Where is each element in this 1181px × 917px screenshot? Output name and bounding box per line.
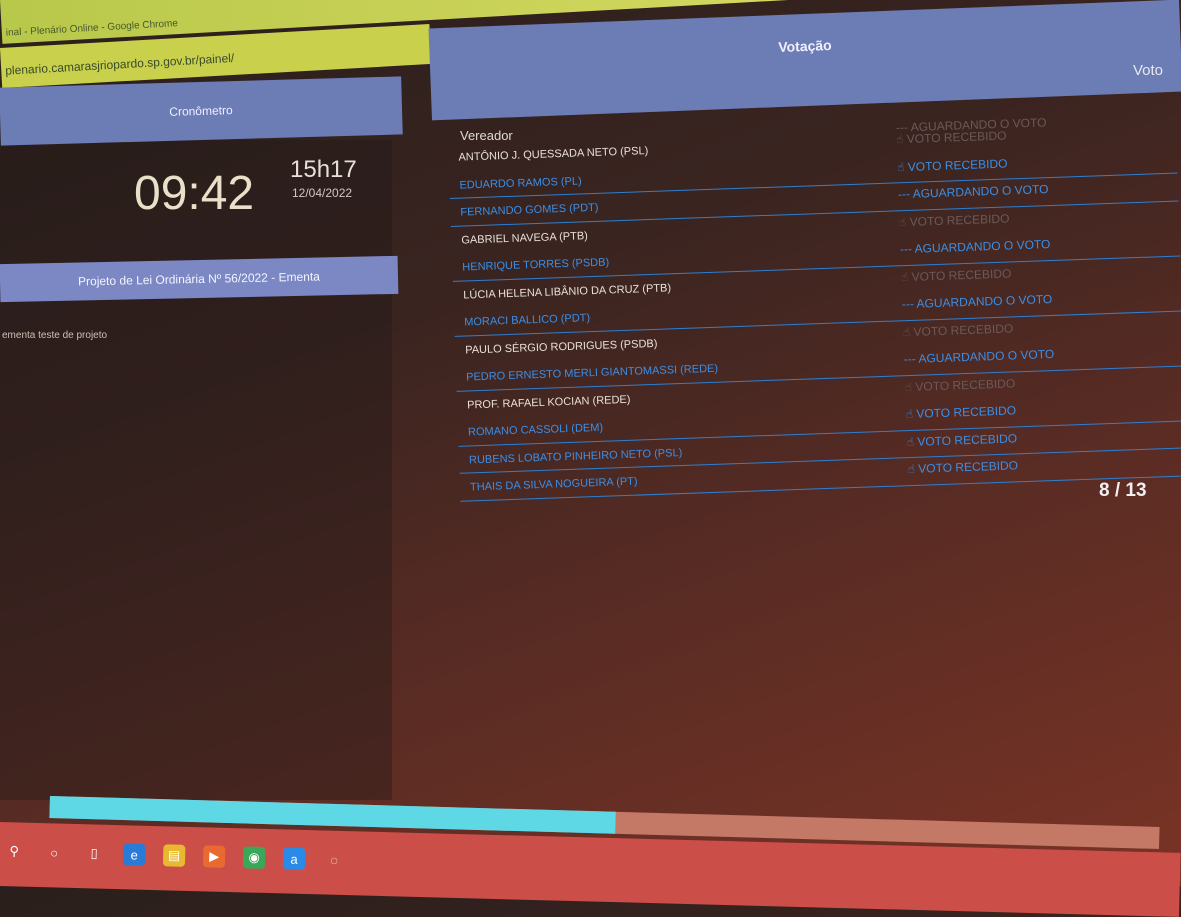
cortana-icon[interactable]: ○ xyxy=(43,841,66,864)
vote-status: --- AGUARDANDO O VOTO xyxy=(901,292,1053,312)
app-a-icon[interactable]: a xyxy=(282,847,306,870)
file-explorer-icon[interactable]: ▤ xyxy=(162,844,186,867)
task-view-icon[interactable]: ▯ xyxy=(83,842,106,865)
vote-status: ☝ VOTO RECEBIDO xyxy=(907,458,1019,477)
clock-date: 12/04/2022 xyxy=(292,186,353,200)
vote-status: ☝ VOTO RECEBIDO xyxy=(904,375,1016,394)
vote-status: ☝ VOTO RECEBIDO xyxy=(896,155,1008,174)
vote-status: --- AGUARDANDO O VOTO xyxy=(903,346,1055,367)
project-description: ementa teste de projeto xyxy=(2,330,108,341)
cronometro-panel xyxy=(0,140,392,800)
vereador-name: PROF. RAFAEL KOCIAN (REDE) xyxy=(466,393,631,411)
vereador-name: RUBENS LOBATO PINHEIRO NETO (PSL) xyxy=(468,446,683,466)
vote-table: ANTÔNIO J. QUESSADA NETO (PSL) ☝ VOTO REC… xyxy=(448,119,1181,502)
vereador-name: MORACI BALLICO (PDT) xyxy=(464,312,591,329)
vote-status: ☝ VOTO RECEBIDO xyxy=(902,320,1014,339)
obs-icon[interactable]: ◌ xyxy=(323,848,346,871)
chrome-icon[interactable]: ◉ xyxy=(242,846,266,869)
project-title: Projeto de Lei Ordinária Nº 56/2022 - Em… xyxy=(77,269,321,289)
vote-status: --- AGUARDANDO O VOTO xyxy=(897,182,1049,202)
vote-status: --- AGUARDANDO O VOTO xyxy=(899,237,1051,257)
vereador-name: GABRIEL NAVEGA (PTB) xyxy=(461,229,589,247)
vote-status: ☝ VOTO RECEBIDO xyxy=(895,128,1007,147)
vote-count: 8 / 13 xyxy=(1099,480,1147,501)
votacao-header: Votação xyxy=(428,0,1181,121)
vote-column-title: Voto xyxy=(1133,62,1164,79)
search-icon[interactable]: ⚲ xyxy=(3,840,26,863)
votacao-header-label: Votação xyxy=(777,36,832,56)
vote-status: ☝ VOTO RECEBIDO xyxy=(906,430,1018,449)
vote-status: ☝ VOTO RECEBIDO xyxy=(900,265,1012,284)
media-player-icon[interactable]: ▶ xyxy=(202,845,226,868)
edge-icon[interactable]: e xyxy=(122,843,146,866)
countdown-timer: 09:42 xyxy=(134,167,255,220)
window-title: inal - Plenário Online - Google Chrome xyxy=(5,18,179,39)
vereador-name: FERNANDO GOMES (PDT) xyxy=(460,201,599,219)
vereador-name: LÚCIA HELENA LIBÂNIO DA CRUZ (PTB) xyxy=(463,281,672,302)
cronometro-header: Cronômetro xyxy=(0,76,403,146)
vereador-column-header: Vereador xyxy=(460,128,513,143)
clock-time: 15h17 xyxy=(290,156,357,183)
vereador-name: PAULO SÉRGIO RODRIGUES (PSDB) xyxy=(464,337,658,357)
vereador-name: ANTÔNIO J. QUESSADA NETO (PSL) xyxy=(458,145,649,164)
vereador-name: EDUARDO RAMOS (PL) xyxy=(459,174,582,192)
vereador-name: PEDRO ERNESTO MERLI GIANTOMASSI (REDE) xyxy=(465,362,719,384)
vote-status: ☝ VOTO RECEBIDO xyxy=(905,403,1017,422)
vereador-name: ROMANO CASSOLI (DEM) xyxy=(467,421,604,439)
vereador-name: THAIS DA SILVA NOGUEIRA (PT) xyxy=(469,475,638,494)
cronometro-header-label: Cronômetro xyxy=(169,103,233,119)
vote-status: ☝ VOTO RECEBIDO xyxy=(898,210,1010,229)
vereador-name: HENRIQUE TORRES (PSDB) xyxy=(462,256,610,274)
url-text[interactable]: plenario.camarasjriopardo.sp.gov.br/pain… xyxy=(5,51,235,78)
